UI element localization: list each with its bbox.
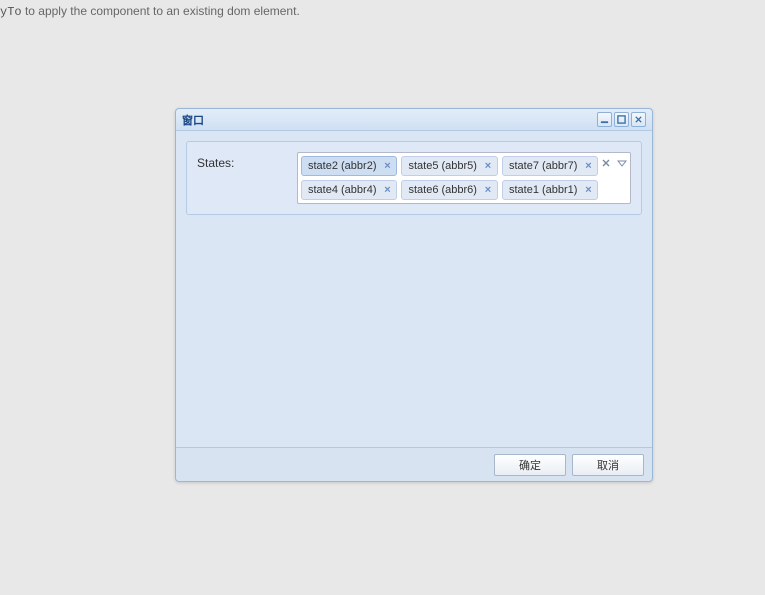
dropdown-trigger-icon[interactable] xyxy=(616,155,628,171)
close-button[interactable] xyxy=(631,112,646,127)
tag-item[interactable]: state2 (abbr2) × xyxy=(301,156,397,176)
window-footer: 确定 取消 xyxy=(176,447,652,481)
tag-label: state2 (abbr2) xyxy=(308,160,376,172)
clear-icon[interactable] xyxy=(600,155,612,171)
tag-item[interactable]: state5 (abbr5) × xyxy=(401,156,497,176)
code-fragment: yTo xyxy=(0,5,22,19)
tagfield-triggers xyxy=(600,155,628,171)
tag-item[interactable]: state6 (abbr6) × xyxy=(401,180,497,200)
maximize-button[interactable] xyxy=(614,112,629,127)
window-title: 窗口 xyxy=(182,112,597,128)
window-body: States: state2 (abbr2)×state5 (abbr5)×st… xyxy=(176,131,652,447)
body-spacer xyxy=(186,215,642,437)
tag-item[interactable]: state4 (abbr4) × xyxy=(301,180,397,200)
states-tagfield[interactable]: state2 (abbr2)×state5 (abbr5)×state7 (ab… xyxy=(297,152,631,204)
page-header-text: yTo to apply the component to an existin… xyxy=(0,4,300,19)
tag-remove-icon[interactable]: × xyxy=(481,159,495,173)
window-tools xyxy=(597,112,646,127)
window-titlebar[interactable]: 窗口 xyxy=(176,109,652,131)
tag-label: state4 (abbr4) xyxy=(308,184,376,196)
tag-label: state7 (abbr7) xyxy=(509,160,577,172)
tag-item[interactable]: state7 (abbr7) × xyxy=(502,156,598,176)
tag-remove-icon[interactable]: × xyxy=(581,159,595,173)
tag-item[interactable]: state1 (abbr1) × xyxy=(502,180,598,200)
states-field-label: States: xyxy=(197,152,287,170)
minimize-button[interactable] xyxy=(597,112,612,127)
tag-remove-icon[interactable]: × xyxy=(581,183,595,197)
cancel-button[interactable]: 取消 xyxy=(572,454,644,476)
header-rest: to apply the component to an existing do… xyxy=(22,4,300,18)
tag-label: state6 (abbr6) xyxy=(408,184,476,196)
tag-remove-icon[interactable]: × xyxy=(380,183,394,197)
tag-label: state1 (abbr1) xyxy=(509,184,577,196)
ok-button[interactable]: 确定 xyxy=(494,454,566,476)
tag-remove-icon[interactable]: × xyxy=(380,159,394,173)
form-panel: States: state2 (abbr2)×state5 (abbr5)×st… xyxy=(186,141,642,215)
window: 窗口 States: state2 (abbr2)×state5 (abbr5)… xyxy=(175,108,653,482)
tag-label: state5 (abbr5) xyxy=(408,160,476,172)
tag-remove-icon[interactable]: × xyxy=(481,183,495,197)
